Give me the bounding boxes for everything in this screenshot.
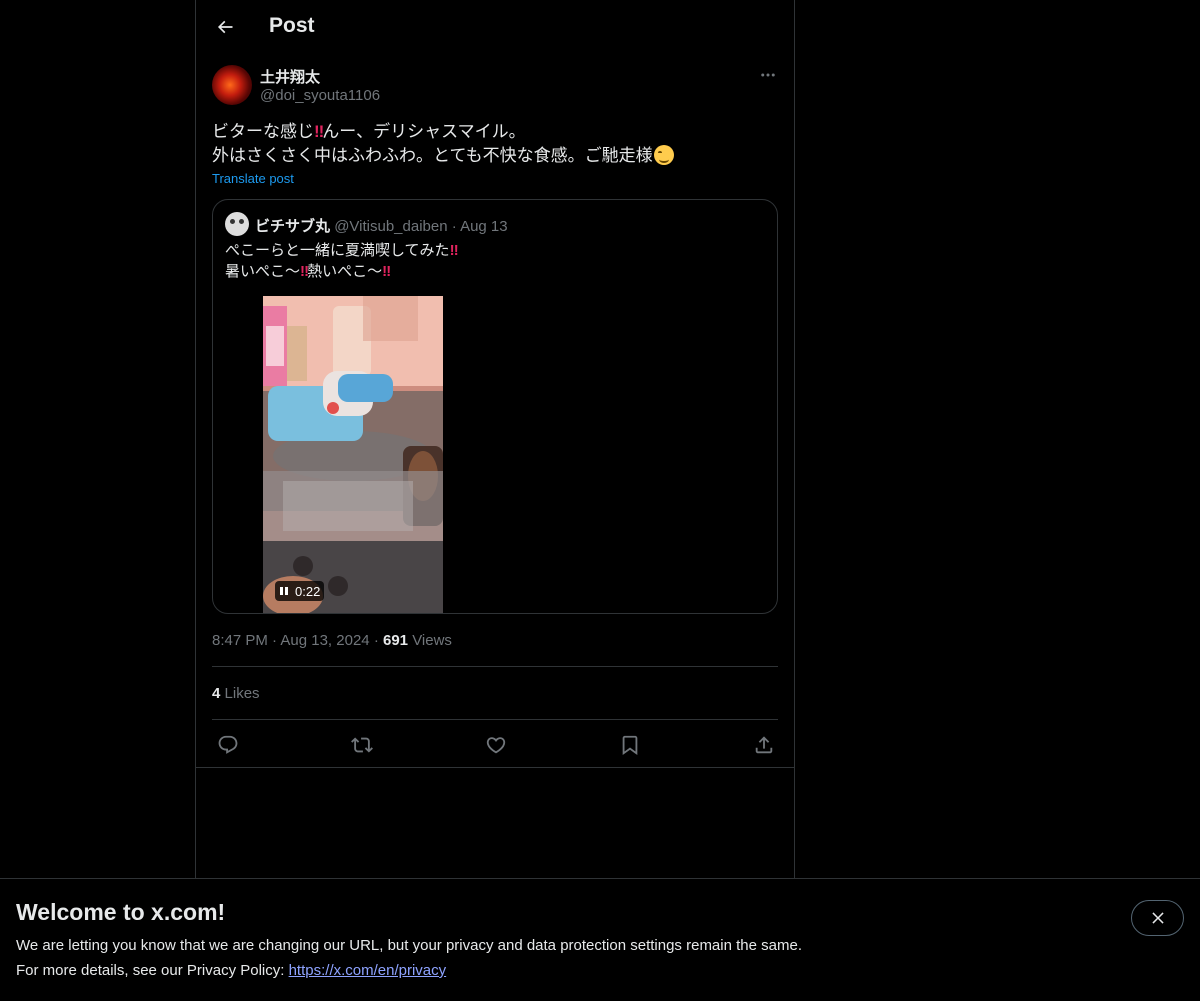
quoted-author-avatar <box>225 212 249 236</box>
more-icon <box>761 73 775 77</box>
post-meta: 8:47 PM · Aug 13, 2024 · 691 Views <box>212 632 452 649</box>
main-column: Post 土井翔太 @doi_syouta1106 ビターな感じ‼んー、デリシャ… <box>195 0 795 1000</box>
post-time[interactable]: 8:47 PM <box>212 632 268 649</box>
tweet-text-part: 外はさくさく中はふわふわ。とても不快な食感。ご馳走様 <box>212 146 653 165</box>
likes-count: 4 <box>212 685 221 702</box>
page-title: Post <box>269 14 315 37</box>
double-exclamation-emoji: ‼ <box>449 242 459 259</box>
separator-dot: · <box>373 632 379 649</box>
likes-label: Likes <box>224 685 260 702</box>
quoted-text-line1: ぺこーらと一緒に夏満喫してみた‼ <box>225 240 459 261</box>
quoted-post[interactable]: ビチサブ丸 @Vitisub_daiben · Aug 13 ぺこーらと一緒に夏… <box>212 199 778 614</box>
banner-message: We are letting you know that we are chan… <box>16 937 802 954</box>
post-date[interactable]: Aug 13, 2024 <box>280 632 369 649</box>
retweet-icon <box>351 737 373 753</box>
divider <box>212 719 778 720</box>
reply-icon <box>218 735 238 754</box>
tweet-text: ビターな感じ‼んー、デリシャスマイル。 外はさくさく中はふわふわ。とても不快な食… <box>212 120 674 168</box>
separator-dot: · <box>451 218 457 235</box>
more-options-button[interactable] <box>756 66 780 84</box>
page-header: Post <box>196 0 794 54</box>
like-button[interactable] <box>484 733 508 757</box>
translate-post-link[interactable]: Translate post <box>212 171 294 186</box>
quoted-text-part: ぺこーらと一緒に夏満喫してみた <box>225 242 450 259</box>
quoted-post-text: ぺこーらと一緒に夏満喫してみた‼ 暑いぺこ〜‼熱いぺこ〜‼ <box>225 240 459 282</box>
banner-title: Welcome to x.com! <box>16 899 226 925</box>
quoted-text-line2: 暑いぺこ〜‼熱いぺこ〜‼ <box>225 261 457 282</box>
author-handle[interactable]: @doi_syouta1106 <box>260 87 380 104</box>
url-change-banner: Welcome to x.com! We are letting you kno… <box>0 878 1200 1001</box>
bookmark-button[interactable] <box>618 733 642 757</box>
quoted-author-name: ビチサブ丸 <box>255 218 331 235</box>
double-exclamation-emoji: ‼ <box>382 263 391 280</box>
tweet-text-part: んー、デリシャスマイル。 <box>322 122 526 141</box>
banner-policy-line: For more details, see our Privacy Policy… <box>16 962 446 979</box>
retweet-button[interactable] <box>350 733 374 757</box>
quoted-author-handle: @Vitisub_daiben <box>334 218 448 235</box>
video-player[interactable]: 0:22 <box>263 296 443 613</box>
tweet-text-line1: ビターな感じ‼んー、デリシャスマイル。 <box>212 120 674 144</box>
tweet-text-part: ビターな感じ <box>212 122 314 141</box>
privacy-policy-link[interactable]: https://x.com/en/privacy <box>289 962 447 979</box>
pause-icon <box>280 587 288 595</box>
views-count: 691 <box>382 632 409 649</box>
tweet-text-line2: 外はさくさく中はふわふわ。とても不快な食感。ご馳走様 <box>212 144 674 168</box>
divider <box>196 767 794 768</box>
back-arrow-icon <box>217 20 233 34</box>
close-banner-button[interactable] <box>1131 900 1184 936</box>
likes-stat[interactable]: 4 Likes <box>212 685 260 702</box>
banner-policy-prefix: For more details, see our Privacy Policy… <box>16 962 289 979</box>
quoted-post-header: ビチサブ丸 @Vitisub_daiben · Aug 13 <box>255 215 508 236</box>
author-name[interactable]: 土井翔太 <box>260 66 320 87</box>
video-frame-illustration <box>263 296 443 613</box>
bookmark-icon <box>622 735 638 756</box>
quoted-text-part: 熱いぺこ〜 <box>307 263 383 280</box>
separator-dot: · <box>272 632 278 649</box>
back-button[interactable] <box>208 10 242 44</box>
savoring-face-emoji <box>653 145 674 165</box>
share-button[interactable] <box>752 733 776 757</box>
divider <box>212 666 778 667</box>
views-label: Views <box>412 632 452 649</box>
close-icon <box>1151 912 1164 924</box>
author-avatar[interactable] <box>212 65 252 105</box>
quoted-text-part: 暑いぺこ〜 <box>225 263 301 280</box>
share-icon <box>755 736 773 754</box>
quoted-post-date: Aug 13 <box>460 218 508 235</box>
video-timecode[interactable]: 0:22 <box>275 581 325 601</box>
like-icon <box>486 737 506 754</box>
video-duration: 0:22 <box>295 583 321 599</box>
reply-button[interactable] <box>216 733 240 757</box>
